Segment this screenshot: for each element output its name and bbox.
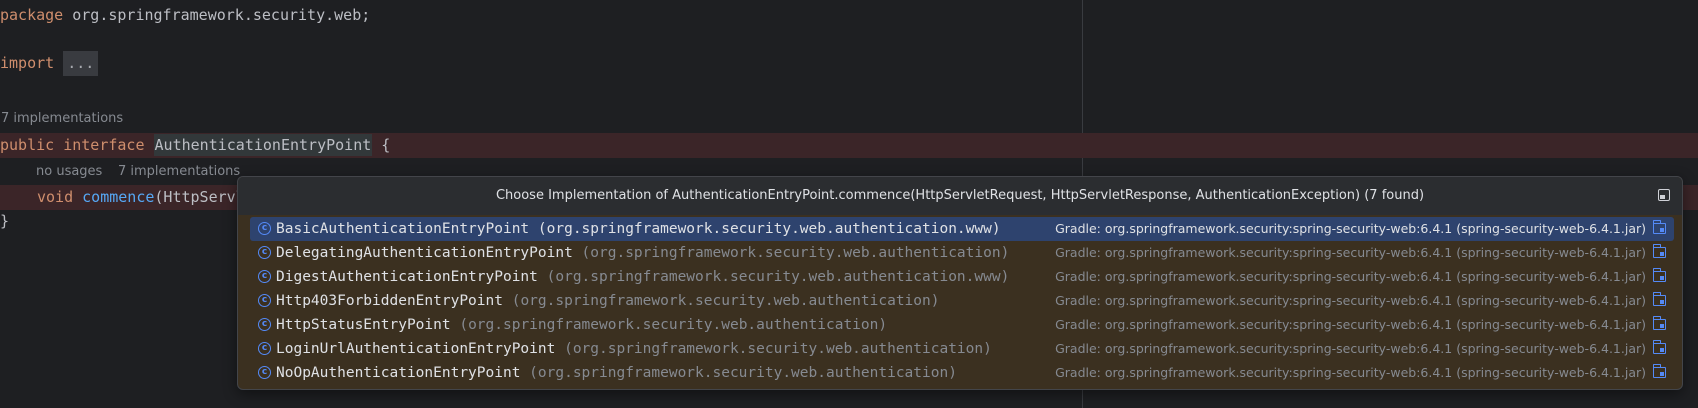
jar-library-icon bbox=[1652, 364, 1666, 378]
implementation-library: Gradle: org.springframework.security:spr… bbox=[1055, 221, 1646, 236]
keyword-import: import bbox=[0, 54, 55, 72]
implementation-label: DelegatingAuthenticationEntryPoint (org.… bbox=[276, 241, 1009, 265]
close-brace: } bbox=[0, 212, 10, 230]
method-params: (HttpServl bbox=[154, 188, 245, 206]
implementation-package: (org.springframework.security.web.authen… bbox=[502, 293, 940, 309]
implementation-package: (org.springframework.security.web.authen… bbox=[537, 269, 1010, 285]
implementations-hint-method[interactable]: 7 implementations bbox=[118, 162, 240, 182]
implementation-class-name: BasicAuthenticationEntryPoint bbox=[276, 221, 530, 237]
keyword-void: void bbox=[37, 188, 74, 206]
implementation-row[interactable]: c BasicAuthenticationEntryPoint (org.spri… bbox=[250, 217, 1674, 241]
import-fold-button[interactable]: ... bbox=[63, 51, 99, 76]
implementation-label: BasicAuthenticationEntryPoint (org.sprin… bbox=[276, 217, 1001, 241]
implementation-row[interactable]: c DelegatingAuthenticationEntryPoint (org… bbox=[250, 241, 1674, 265]
implementation-library: Gradle: org.springframework.security:spr… bbox=[1055, 245, 1646, 260]
implementation-class-name: HttpStatusEntryPoint bbox=[276, 317, 451, 333]
class-icon: c bbox=[258, 318, 271, 331]
code-line-interface[interactable]: public interface AuthenticationEntryPoin… bbox=[0, 133, 1698, 158]
class-icon: c bbox=[258, 270, 271, 283]
implementation-class-name: LoginUrlAuthenticationEntryPoint bbox=[276, 341, 556, 357]
keyword-public: public bbox=[0, 136, 55, 154]
interface-name[interactable]: AuthenticationEntryPoint bbox=[153, 134, 373, 156]
code-line-import[interactable]: import ... bbox=[0, 51, 1698, 76]
implementation-library: Gradle: org.springframework.security:spr… bbox=[1055, 341, 1646, 356]
implementation-library: Gradle: org.springframework.security:spr… bbox=[1055, 293, 1646, 308]
implementation-row[interactable]: c NoOpAuthenticationEntryPoint (org.sprin… bbox=[250, 361, 1674, 385]
implementation-row[interactable]: c HttpStatusEntryPoint (org.springframewo… bbox=[250, 313, 1674, 337]
jar-library-icon bbox=[1652, 316, 1666, 330]
jar-library-icon bbox=[1652, 268, 1666, 282]
method-name-commence[interactable]: commence bbox=[82, 188, 154, 206]
code-line-package[interactable]: package org.springframework.security.web… bbox=[0, 3, 1698, 28]
class-icon: c bbox=[258, 246, 271, 259]
class-icon: c bbox=[258, 222, 271, 235]
class-icon: c bbox=[258, 366, 271, 379]
jar-library-icon bbox=[1652, 340, 1666, 354]
choose-implementation-popup[interactable]: Choose Implementation of AuthenticationE… bbox=[237, 176, 1683, 390]
popup-title: Choose Implementation of AuthenticationE… bbox=[495, 188, 1425, 203]
pin-popup-icon[interactable] bbox=[1658, 189, 1670, 201]
implementation-class-name: DigestAuthenticationEntryPoint bbox=[276, 269, 538, 285]
jar-library-icon bbox=[1652, 292, 1666, 306]
implementation-label: LoginUrlAuthenticationEntryPoint (org.sp… bbox=[276, 337, 992, 361]
jar-library-icon bbox=[1652, 220, 1666, 234]
class-icon: c bbox=[258, 342, 271, 355]
keyword-package: package bbox=[0, 6, 64, 24]
implementation-row[interactable]: c LoginUrlAuthenticationEntryPoint (org.s… bbox=[250, 337, 1674, 361]
implementation-label: DigestAuthenticationEntryPoint (org.spri… bbox=[276, 265, 1009, 289]
implementation-library: Gradle: org.springframework.security:spr… bbox=[1055, 365, 1646, 380]
implementation-package: (org.springframework.security.web.authen… bbox=[450, 317, 888, 333]
implementation-package: (org.springframework.security.web.authen… bbox=[520, 365, 957, 381]
implementation-package: (org.springframework.security.web.authen… bbox=[529, 221, 1001, 237]
class-icon: c bbox=[258, 294, 271, 307]
implementation-class-name: NoOpAuthenticationEntryPoint bbox=[276, 365, 521, 381]
implementation-class-name: Http403ForbiddenEntryPoint bbox=[276, 293, 503, 309]
implementation-package: (org.springframework.security.web.authen… bbox=[555, 341, 992, 357]
keyword-interface: interface bbox=[63, 136, 145, 154]
implementation-library: Gradle: org.springframework.security:spr… bbox=[1055, 317, 1646, 332]
implementation-label: HttpStatusEntryPoint (org.springframewor… bbox=[276, 313, 887, 337]
usages-hint[interactable]: no usages bbox=[36, 162, 102, 182]
implementation-row[interactable]: c Http403ForbiddenEntryPoint (org.springf… bbox=[250, 289, 1674, 313]
jar-library-icon bbox=[1652, 244, 1666, 258]
implementation-class-name: DelegatingAuthenticationEntryPoint bbox=[276, 245, 573, 261]
open-brace: { bbox=[372, 136, 391, 154]
implementation-row[interactable]: c DigestAuthenticationEntryPoint (org.spr… bbox=[250, 265, 1674, 289]
implementation-label: NoOpAuthenticationEntryPoint (org.spring… bbox=[276, 361, 957, 385]
implementation-library: Gradle: org.springframework.security:spr… bbox=[1055, 269, 1646, 284]
package-name: org.springframework.security.web; bbox=[63, 6, 371, 24]
popup-header: Choose Implementation of AuthenticationE… bbox=[238, 177, 1682, 215]
implementation-label: Http403ForbiddenEntryPoint (org.springfr… bbox=[276, 289, 939, 313]
implementation-package: (org.springframework.security.web.authen… bbox=[572, 245, 1010, 261]
implementations-hint-interface[interactable]: 7 implementations bbox=[1, 109, 123, 129]
